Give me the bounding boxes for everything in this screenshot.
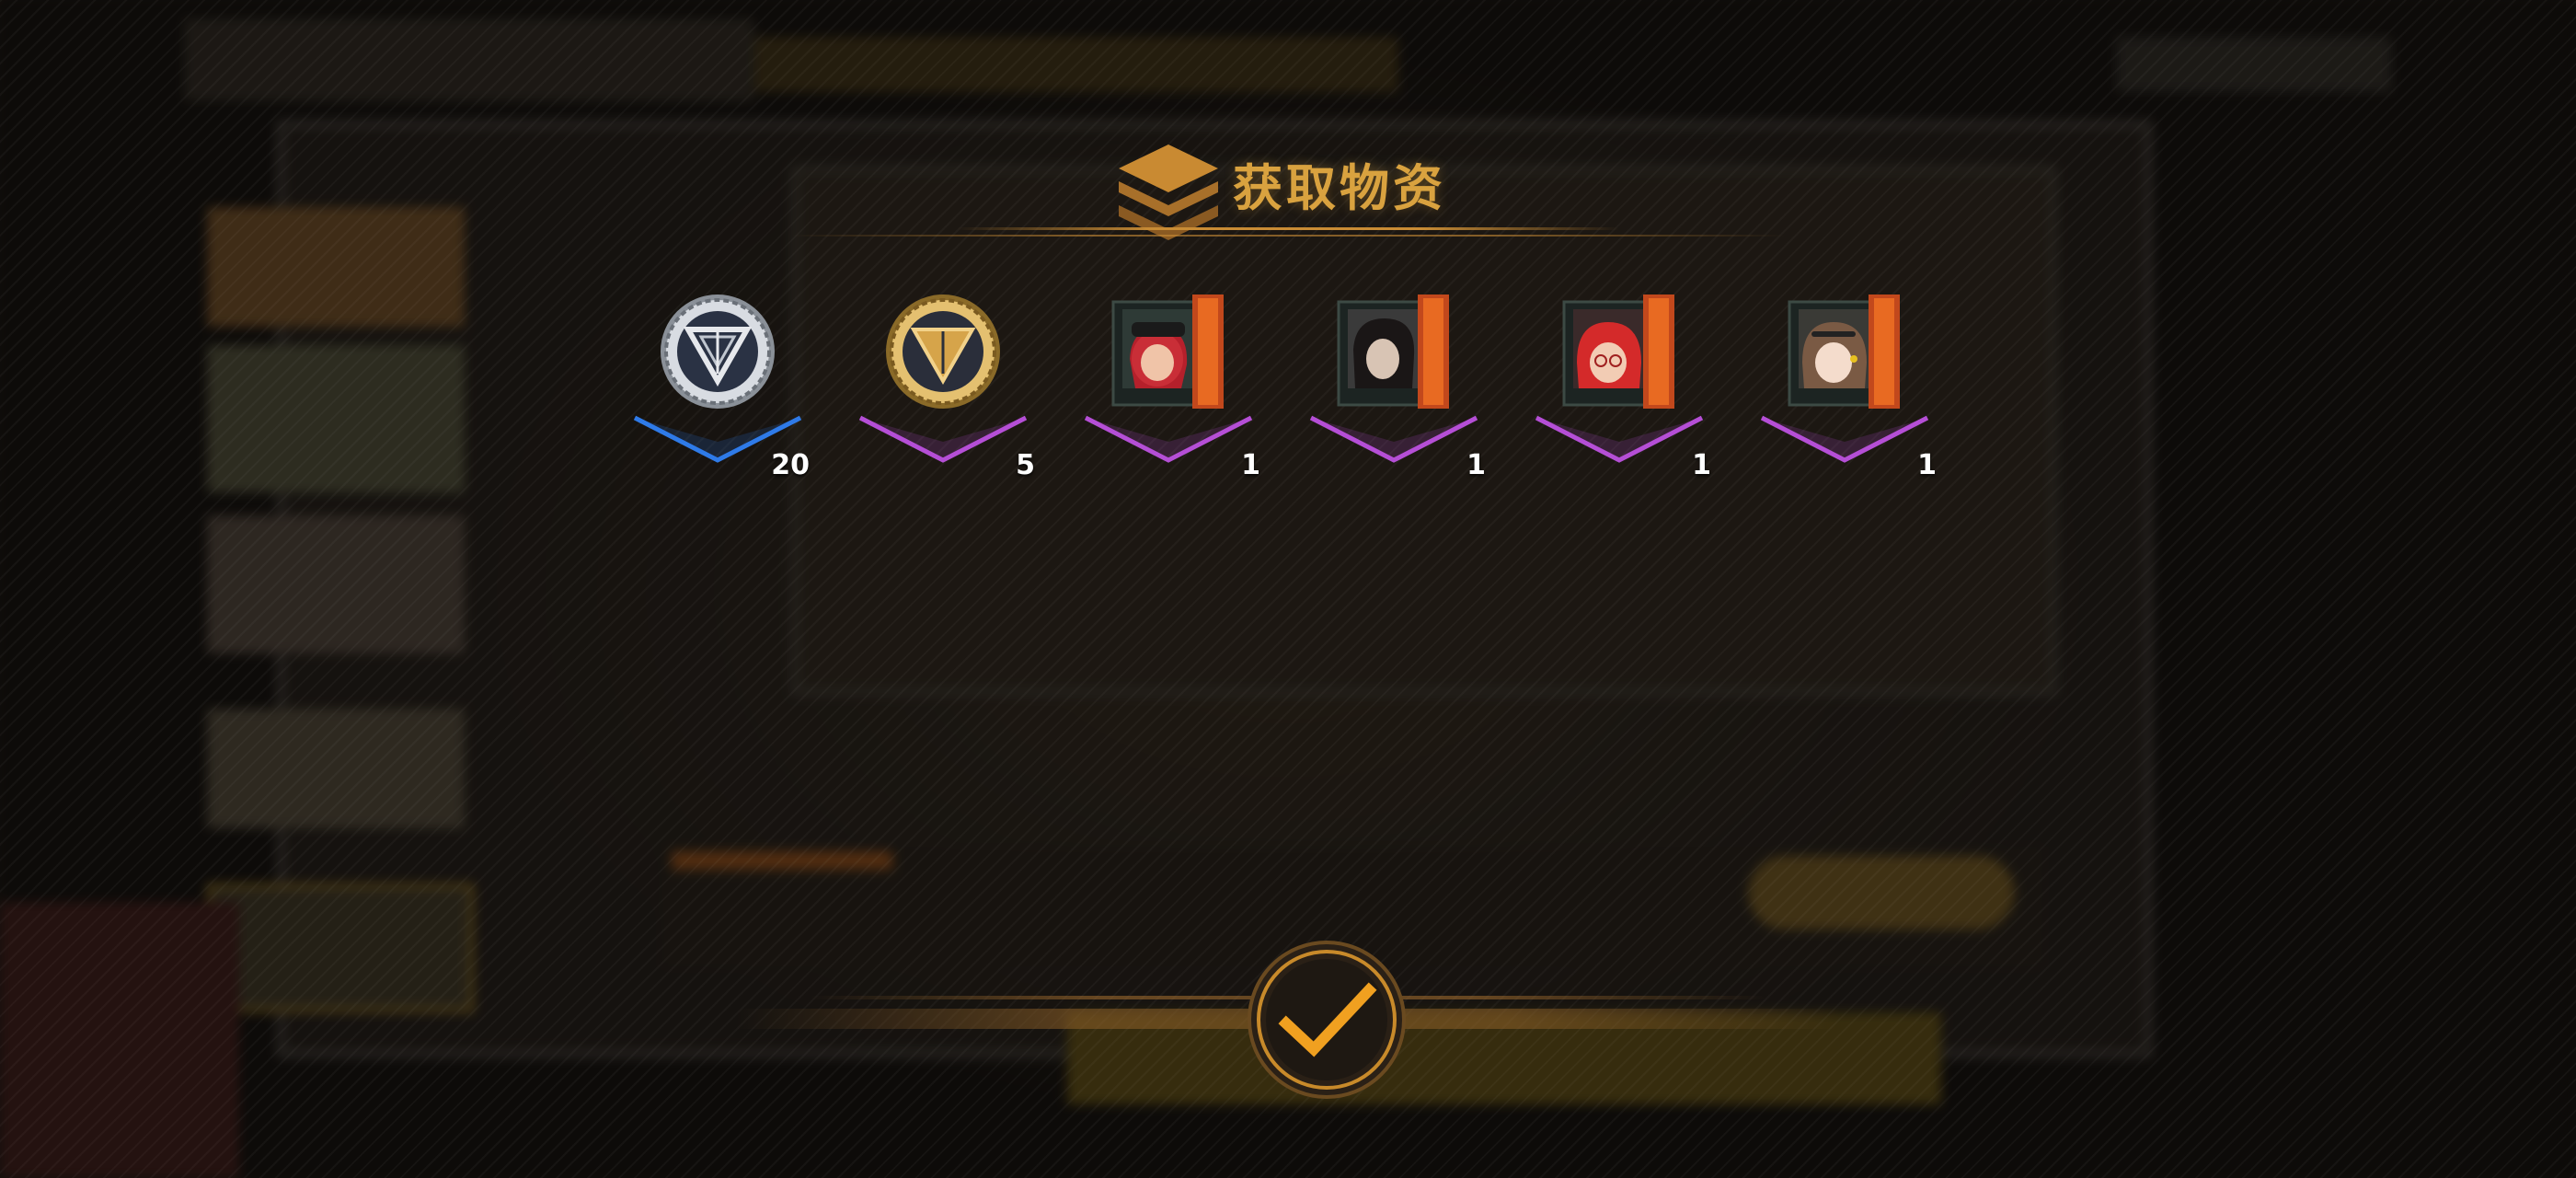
character-card-red-hair-cap-icon — [1111, 294, 1224, 409]
reward-item[interactable]: 20 — [626, 285, 810, 488]
reward-item[interactable]: 5 — [851, 285, 1035, 488]
reward-item[interactable]: 1 — [1302, 285, 1486, 488]
character-card-brown-hair-icon — [1788, 294, 1900, 409]
dialog-header: 获取物资 — [791, 133, 1785, 244]
reward-item[interactable]: 1 — [1076, 285, 1260, 488]
reward-item[interactable]: 1 — [1527, 285, 1711, 488]
reward-list: 20 5 1 1 1 1 — [626, 285, 1969, 488]
reward-quantity: 1 — [1692, 449, 1711, 481]
title-divider — [957, 227, 1619, 230]
checkmark-icon — [1248, 941, 1406, 1099]
character-card-red-hair-glasses-icon — [1562, 294, 1674, 409]
dialog-title: 获取物资 — [1233, 158, 1446, 217]
reward-item[interactable]: 1 — [1753, 285, 1937, 488]
character-card-dark-hair-icon — [1337, 294, 1449, 409]
silver-coin-icon — [661, 294, 775, 409]
reward-quantity: 20 — [771, 449, 810, 481]
title-divider-long — [791, 235, 1785, 237]
reward-quantity: 1 — [1917, 449, 1937, 481]
reward-quantity: 1 — [1241, 449, 1260, 481]
reward-quantity: 5 — [1016, 449, 1035, 481]
reward-quantity: 1 — [1466, 449, 1486, 481]
confirm-button[interactable] — [1246, 939, 1408, 1101]
gold-coin-icon — [886, 294, 1000, 409]
